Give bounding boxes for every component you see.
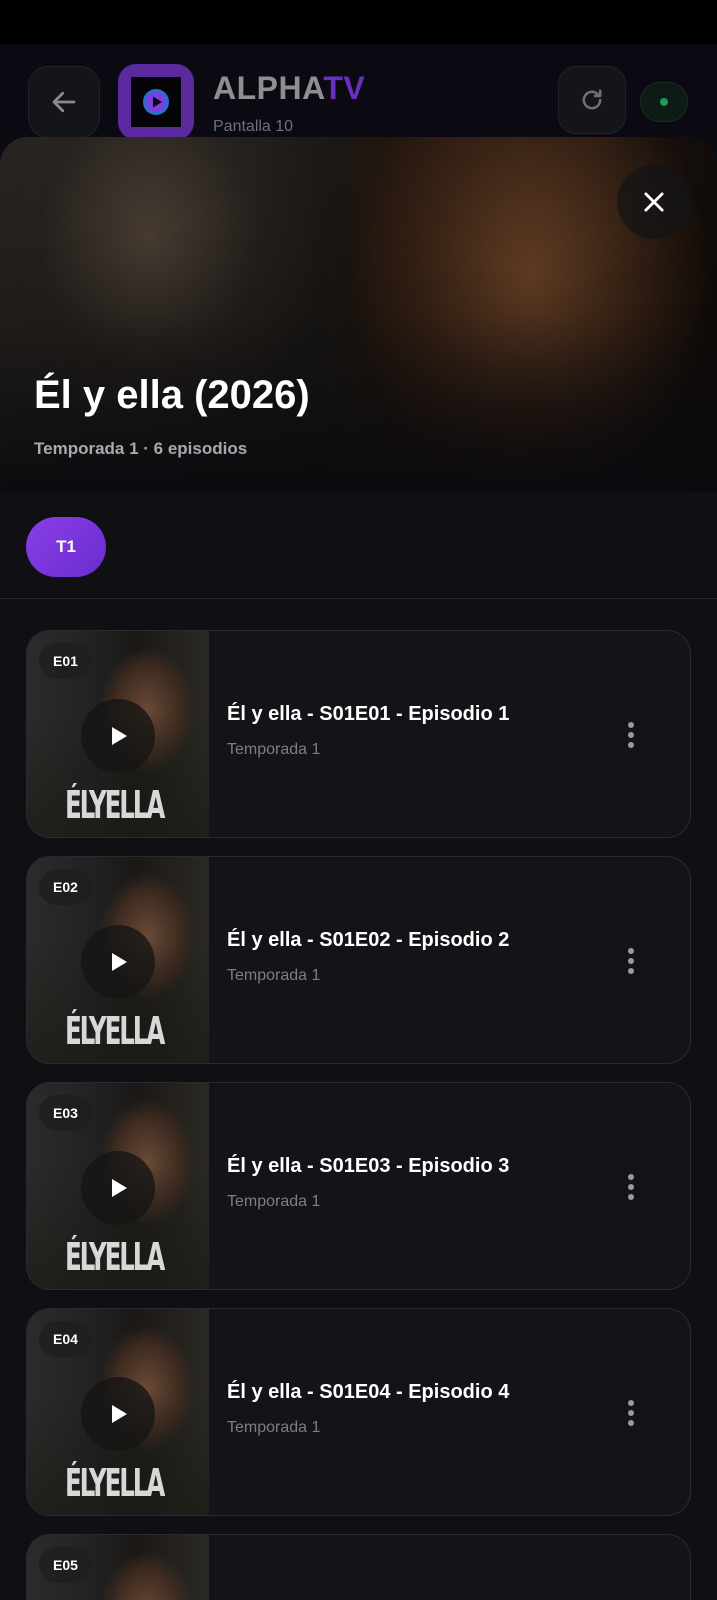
- episode-menu-button[interactable]: [611, 1167, 651, 1207]
- more-vertical-icon: [628, 1174, 634, 1200]
- arrow-left-icon: [52, 91, 76, 113]
- screen-label: Pantalla 10: [213, 118, 294, 135]
- episode-season: Temporada 1: [227, 967, 321, 984]
- brand-title: ALPHATV: [213, 70, 365, 107]
- play-button[interactable]: [81, 925, 155, 999]
- episode-menu-button[interactable]: [611, 715, 651, 755]
- episode-badge: E01: [39, 643, 92, 679]
- thumbnail-title-art: ÉLYELLA: [65, 1461, 165, 1505]
- refresh-button[interactable]: [558, 66, 626, 134]
- episode-thumbnail: ÉLYELLA E04: [27, 1309, 209, 1515]
- brand-accent: TV: [323, 70, 366, 106]
- episode-thumbnail: ÉLYELLA E01: [27, 631, 209, 837]
- app-logo: [118, 64, 194, 140]
- close-icon: [644, 192, 664, 212]
- episode-title: Él y ella - S01E01 - Episodio 1: [227, 703, 510, 725]
- play-button[interactable]: [81, 1377, 155, 1451]
- episode-season: Temporada 1: [227, 1193, 321, 1210]
- play-icon: [112, 1179, 127, 1197]
- episode-badge: E03: [39, 1095, 92, 1131]
- episode-thumbnail: E05: [27, 1535, 209, 1600]
- status-bar: [0, 0, 717, 44]
- episode-season: Temporada 1: [227, 741, 321, 758]
- play-button[interactable]: [81, 1151, 155, 1225]
- episode-card[interactable]: ÉLYELLA E02 Él y ella - S01E02 - Episodi…: [26, 856, 691, 1064]
- episode-title: Él y ella - S01E03 - Episodio 3: [227, 1155, 510, 1177]
- series-hero: Él y ella (2026) Temporada 1 · 6 episodi…: [0, 137, 717, 492]
- status-dot: [660, 98, 668, 106]
- episode-title: Él y ella - S01E02 - Episodio 2: [227, 929, 510, 951]
- app-header: ALPHATV Pantalla 10: [0, 44, 717, 140]
- episode-thumbnail: ÉLYELLA E02: [27, 857, 209, 1063]
- back-button[interactable]: [28, 66, 100, 138]
- play-icon: [112, 727, 127, 745]
- episode-menu-button[interactable]: [611, 941, 651, 981]
- episode-badge: E02: [39, 869, 92, 905]
- episode-badge: E04: [39, 1321, 92, 1357]
- connection-status[interactable]: [640, 82, 688, 122]
- play-icon: [112, 1405, 127, 1423]
- season-selector: T1: [0, 492, 717, 599]
- thumbnail-title-art: ÉLYELLA: [65, 1235, 165, 1279]
- brand-main: ALPHA: [213, 70, 324, 106]
- play-logo-icon: [143, 89, 169, 115]
- thumbnail-title-art: ÉLYELLA: [65, 783, 165, 827]
- episode-menu-button[interactable]: [611, 1393, 651, 1433]
- episode-card[interactable]: ÉLYELLA E03 Él y ella - S01E03 - Episodi…: [26, 1082, 691, 1290]
- play-button[interactable]: [81, 699, 155, 773]
- close-button[interactable]: [617, 165, 691, 239]
- episode-card[interactable]: ÉLYELLA E01 Él y ella - S01E01 - Episodi…: [26, 630, 691, 838]
- more-vertical-icon: [628, 1400, 634, 1426]
- series-title: Él y ella (2026): [34, 373, 310, 417]
- series-meta: Temporada 1 · 6 episodios: [34, 439, 248, 458]
- episode-badge: E05: [39, 1547, 92, 1583]
- play-icon: [112, 953, 127, 971]
- refresh-icon: [582, 89, 602, 110]
- episode-title: Él y ella - S01E04 - Episodio 4: [227, 1381, 510, 1403]
- episode-season: Temporada 1: [227, 1419, 321, 1436]
- episode-card[interactable]: E05: [26, 1534, 691, 1600]
- season-tab-t1[interactable]: T1: [26, 517, 106, 577]
- more-vertical-icon: [628, 948, 634, 974]
- thumbnail-title-art: ÉLYELLA: [65, 1009, 165, 1053]
- more-vertical-icon: [628, 722, 634, 748]
- episode-card[interactable]: ÉLYELLA E04 Él y ella - S01E04 - Episodi…: [26, 1308, 691, 1516]
- episode-thumbnail: ÉLYELLA E03: [27, 1083, 209, 1289]
